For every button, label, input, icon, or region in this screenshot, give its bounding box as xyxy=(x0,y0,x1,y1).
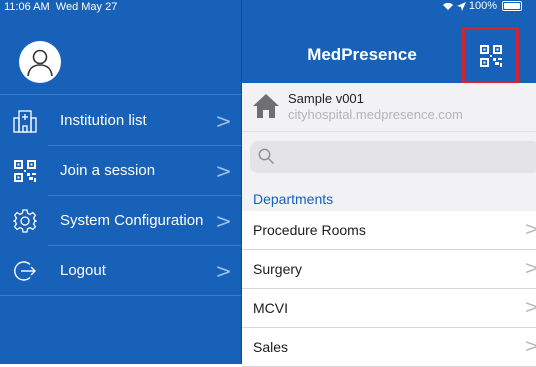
gear-icon xyxy=(12,208,38,234)
divider xyxy=(0,295,241,296)
status-time: 11:06 AM Wed May 27 xyxy=(4,1,118,13)
chevron-right-icon: > xyxy=(215,108,232,133)
list-item-label: Surgery xyxy=(253,261,303,277)
list-item-label: Sales xyxy=(253,339,289,355)
main-panel: MedPresence Sample v001 cityhospital.med… xyxy=(242,0,536,367)
sidebar-item-join-session[interactable]: Join a session > xyxy=(0,146,241,195)
home-icon xyxy=(253,94,279,118)
list-item[interactable]: Sales > xyxy=(242,328,536,367)
sidebar-item-label: System Configuration xyxy=(60,212,204,229)
wifi-icon xyxy=(442,2,453,11)
chevron-right-icon: > xyxy=(524,296,536,318)
sidebar-item-label: Logout xyxy=(60,262,106,279)
institution-name: Sample v001 xyxy=(288,91,364,106)
search-icon xyxy=(258,148,274,164)
location-icon xyxy=(456,1,466,11)
status-right: 100% xyxy=(442,0,522,12)
chevron-right-icon: > xyxy=(524,218,536,240)
sidebar-item-label: Institution list xyxy=(60,112,147,129)
qr-code-icon xyxy=(12,158,38,184)
list-item[interactable]: Surgery > xyxy=(242,250,536,289)
list-item[interactable]: MCVI > xyxy=(242,289,536,328)
sidebar-item-label: Join a session xyxy=(60,162,156,179)
chevron-right-icon: > xyxy=(524,257,536,279)
status-bar: 11:06 AM Wed May 27 100% xyxy=(0,0,536,14)
chevron-right-icon: > xyxy=(524,335,536,357)
user-icon xyxy=(27,49,53,77)
building-icon xyxy=(12,108,38,134)
section-header-departments: Departments xyxy=(242,183,536,211)
search-input[interactable] xyxy=(250,141,536,173)
chevron-right-icon: > xyxy=(215,258,232,283)
sidebar-item-institution-list[interactable]: Institution list > xyxy=(0,96,241,145)
sidebar-item-system-configuration[interactable]: System Configuration > xyxy=(0,196,241,245)
battery-percent: 100% xyxy=(468,0,497,12)
chevron-right-icon: > xyxy=(215,158,232,183)
list-item-label: MCVI xyxy=(253,300,288,316)
chevron-right-icon: > xyxy=(215,208,232,233)
qr-scan-button[interactable] xyxy=(462,27,519,84)
section-title: Departments xyxy=(253,191,334,207)
list-item-label: Procedure Rooms xyxy=(253,222,366,238)
list-item[interactable]: Procedure Rooms > xyxy=(242,211,536,250)
qr-code-icon xyxy=(479,44,502,67)
avatar[interactable] xyxy=(19,41,61,83)
logout-icon xyxy=(12,258,38,284)
search-bar xyxy=(242,131,536,183)
institution-url: cityhospital.medpresence.com xyxy=(288,107,463,122)
sidebar: Institution list > Join a session > Syst… xyxy=(0,0,241,364)
divider xyxy=(0,94,241,95)
page-title: MedPresence xyxy=(307,45,417,64)
sidebar-item-logout[interactable]: Logout > xyxy=(0,246,241,295)
institution-header[interactable]: Sample v001 cityhospital.medpresence.com xyxy=(242,83,536,131)
battery-icon xyxy=(502,1,522,11)
